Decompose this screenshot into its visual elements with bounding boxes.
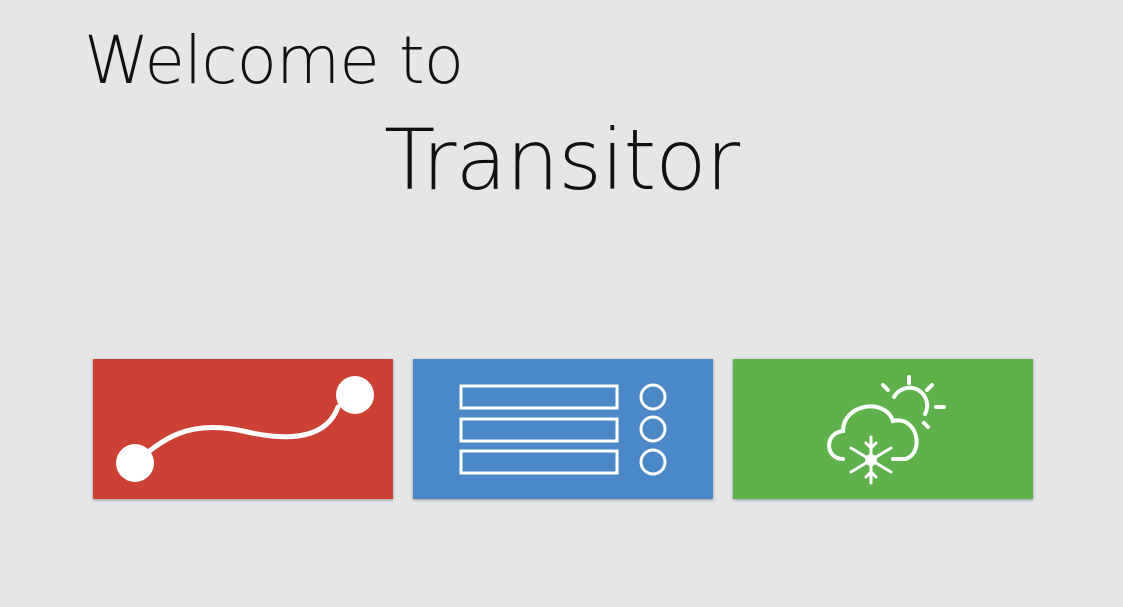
list-icon (459, 383, 667, 476)
route-tile[interactable] (93, 359, 393, 499)
weather-tile[interactable] (733, 359, 1033, 499)
tile-row (93, 359, 1033, 499)
weather-icon (827, 375, 946, 485)
welcome-text: Welcome to (84, 22, 464, 99)
list-tile[interactable] (413, 359, 713, 499)
route-icon (116, 376, 374, 482)
app-title: Transitor (384, 111, 740, 209)
